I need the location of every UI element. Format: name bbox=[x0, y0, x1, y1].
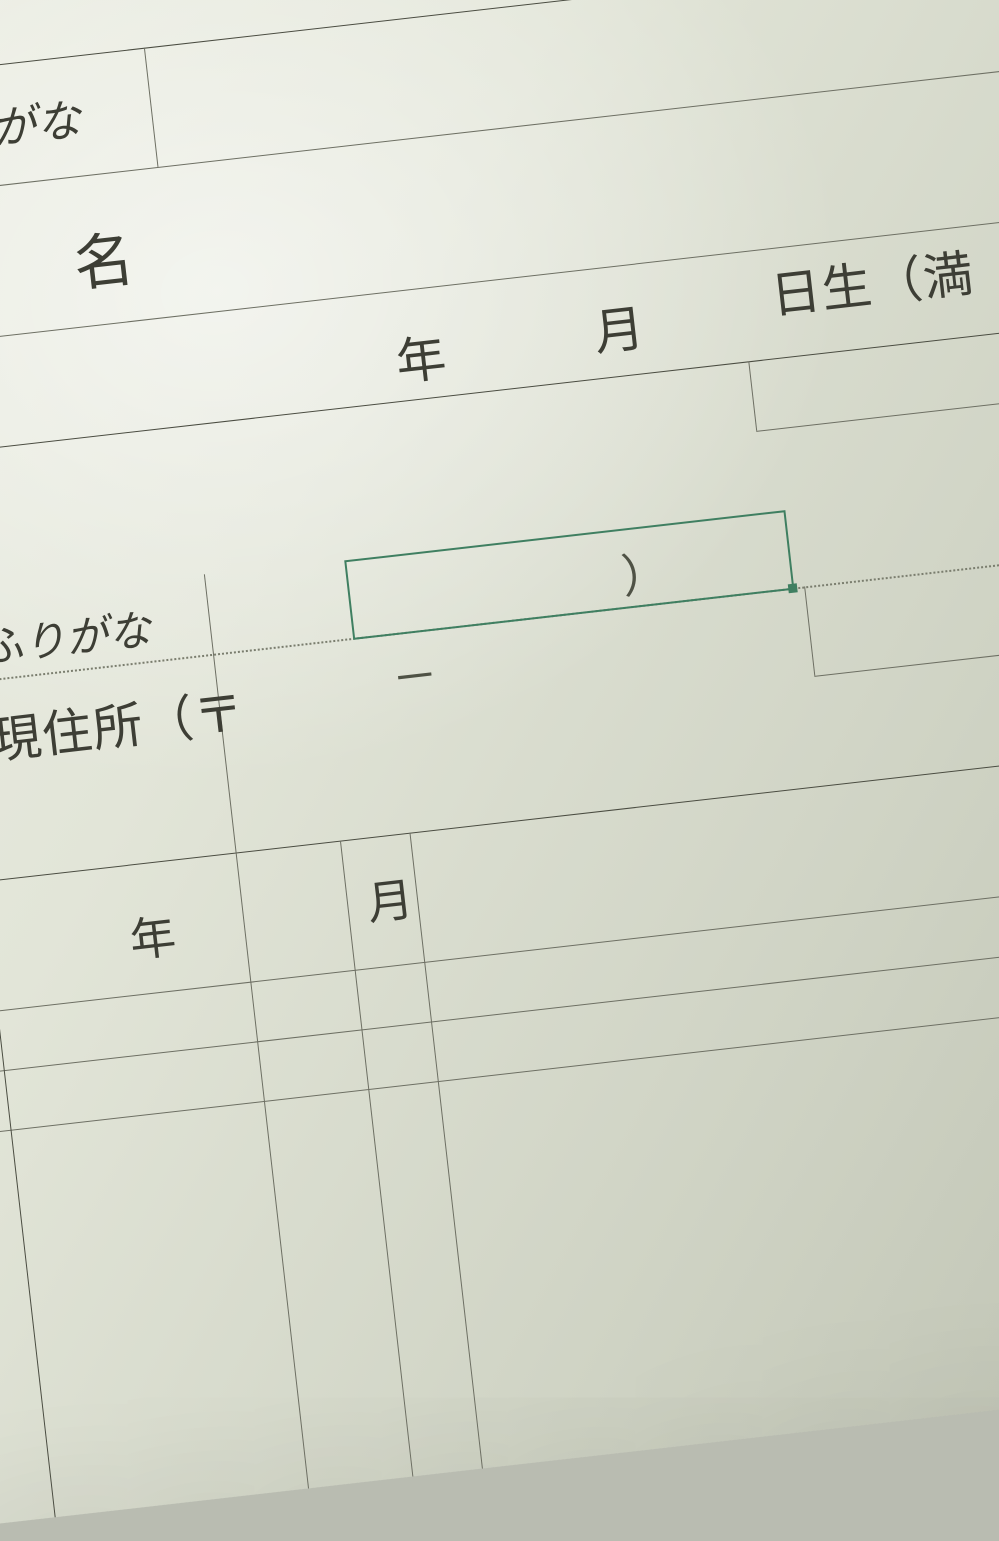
furigana-label-top: ふりがな bbox=[0, 84, 84, 168]
address-label: 現住所（〒 bbox=[0, 673, 248, 773]
name-label: 氏 名 bbox=[0, 209, 156, 322]
month-label: 月 bbox=[590, 288, 649, 365]
year-column-header: 年 bbox=[126, 900, 180, 971]
year-label: 年 bbox=[392, 318, 451, 395]
gridline bbox=[340, 841, 413, 1477]
active-cell-selection[interactable] bbox=[344, 510, 794, 640]
gridline bbox=[0, 0, 999, 101]
gridline bbox=[0, 961, 999, 1154]
gridline bbox=[804, 586, 815, 676]
postal-close-paren: ） bbox=[618, 536, 672, 607]
month-column-header: 月 bbox=[363, 863, 417, 934]
gridline bbox=[756, 355, 999, 432]
birth-day-suffix: 日生（満 bbox=[767, 234, 978, 329]
gridline bbox=[0, 27, 999, 220]
postal-dash: － bbox=[388, 639, 442, 710]
gridline bbox=[748, 361, 757, 431]
gridline bbox=[814, 603, 999, 676]
gridline bbox=[144, 48, 159, 167]
spreadsheet-form: ふりがな 氏 名 年 月 日生（満 ふりがな 現住所（〒 － ） 年 月 bbox=[0, 0, 999, 1541]
gridline bbox=[409, 833, 482, 1469]
